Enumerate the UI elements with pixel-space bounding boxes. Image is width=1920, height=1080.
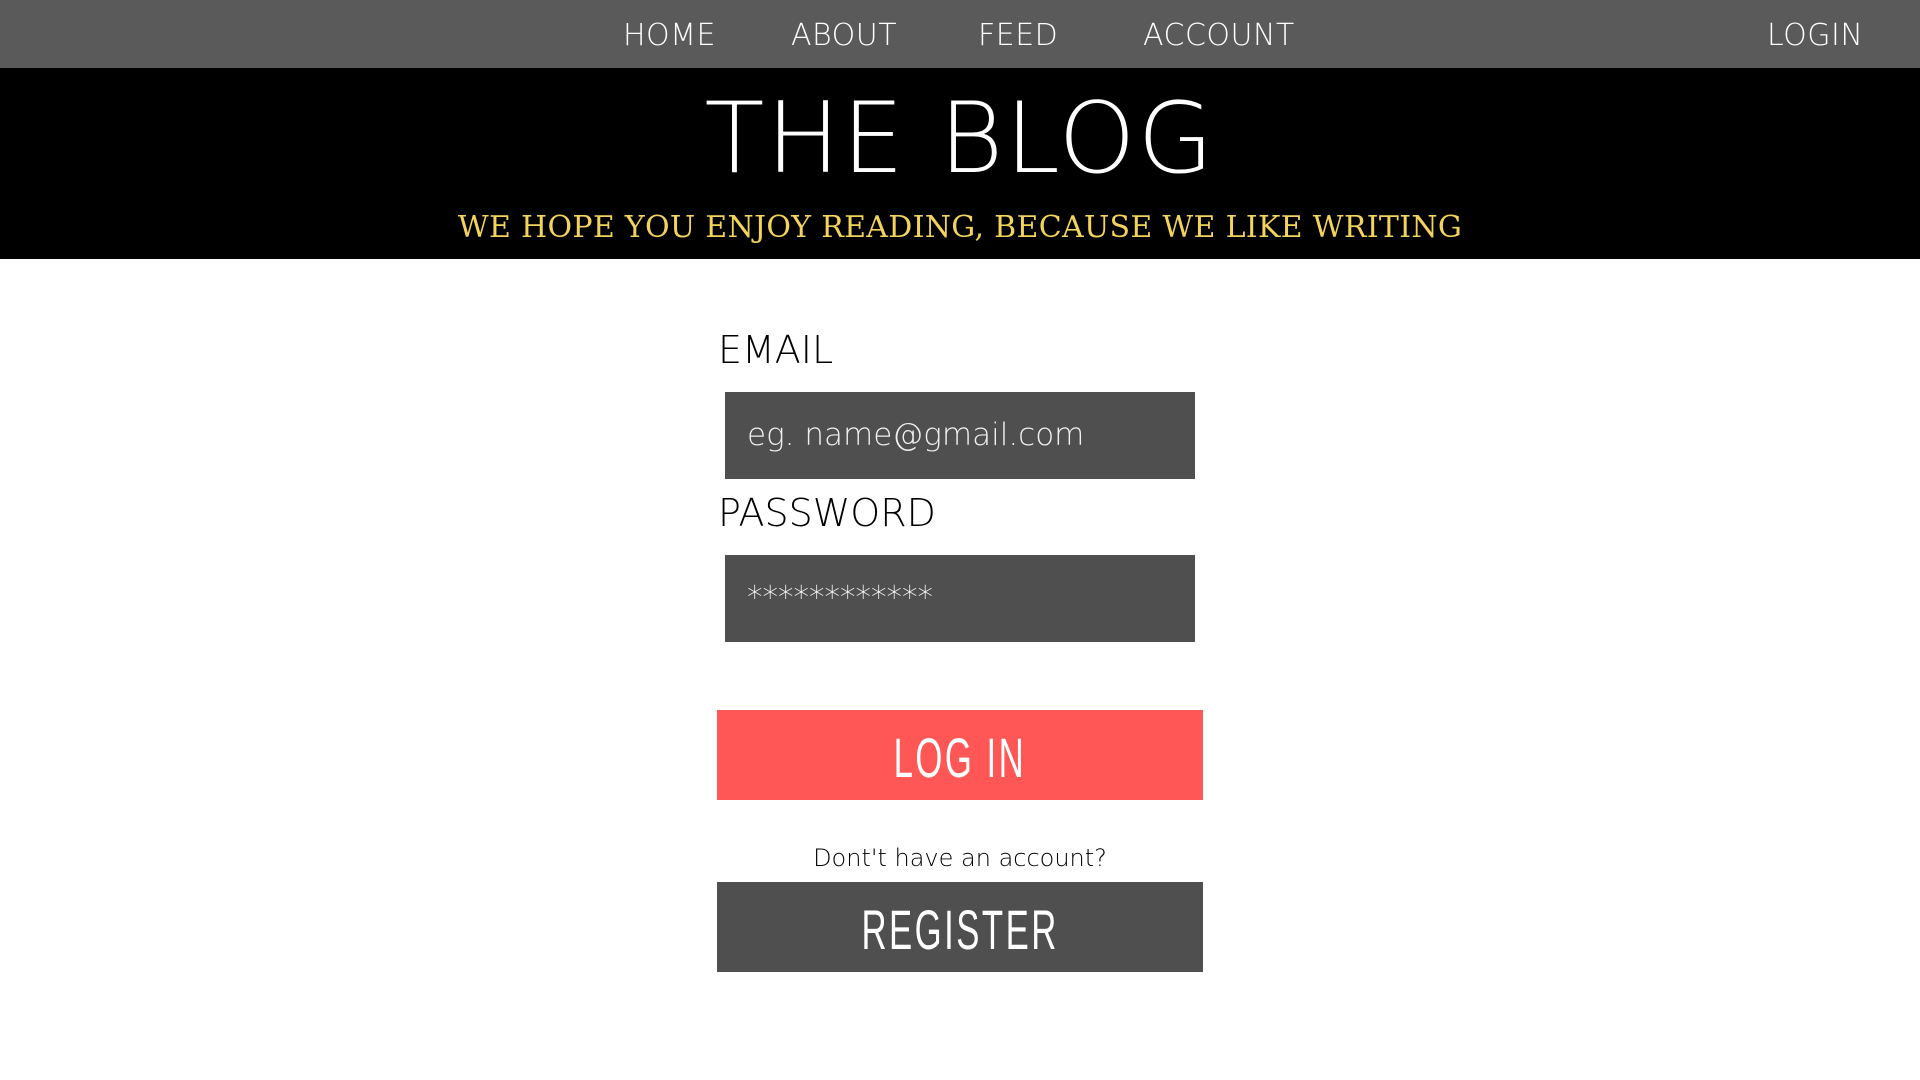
nav-home[interactable]: HOME [623,0,716,68]
password-label: PASSWORD [718,491,936,535]
register-button-label: REGISTER [861,898,1059,961]
top-nav-bar: HOME ABOUT FEED ACCOUNT LOGIN [0,0,1920,68]
email-input[interactable]: eg. name@gmail.com [725,392,1195,479]
password-input[interactable]: ************ [725,555,1195,642]
nav-login[interactable]: LOGIN [1767,0,1863,68]
password-input-value: ************ [747,580,933,616]
hero-banner: THE BLOG WE HOPE YOU ENJOY READING, BECA… [0,68,1920,259]
login-button[interactable]: LOG IN [717,710,1203,800]
register-button[interactable]: REGISTER [717,882,1203,972]
email-input-placeholder: eg. name@gmail.com [747,417,1085,453]
site-tagline: WE HOPE YOU ENJOY READING, BECAUSE WE LI… [457,210,1463,245]
nav-account[interactable]: ACCOUNT [1143,0,1295,68]
email-label: EMAIL [718,328,834,372]
no-account-text: Dont't have an account? [813,844,1107,872]
login-button-label: LOG IN [893,726,1027,789]
site-title: THE BLOG [704,82,1216,196]
nav-feed[interactable]: FEED [978,0,1058,68]
nav-about[interactable]: ABOUT [791,0,897,68]
